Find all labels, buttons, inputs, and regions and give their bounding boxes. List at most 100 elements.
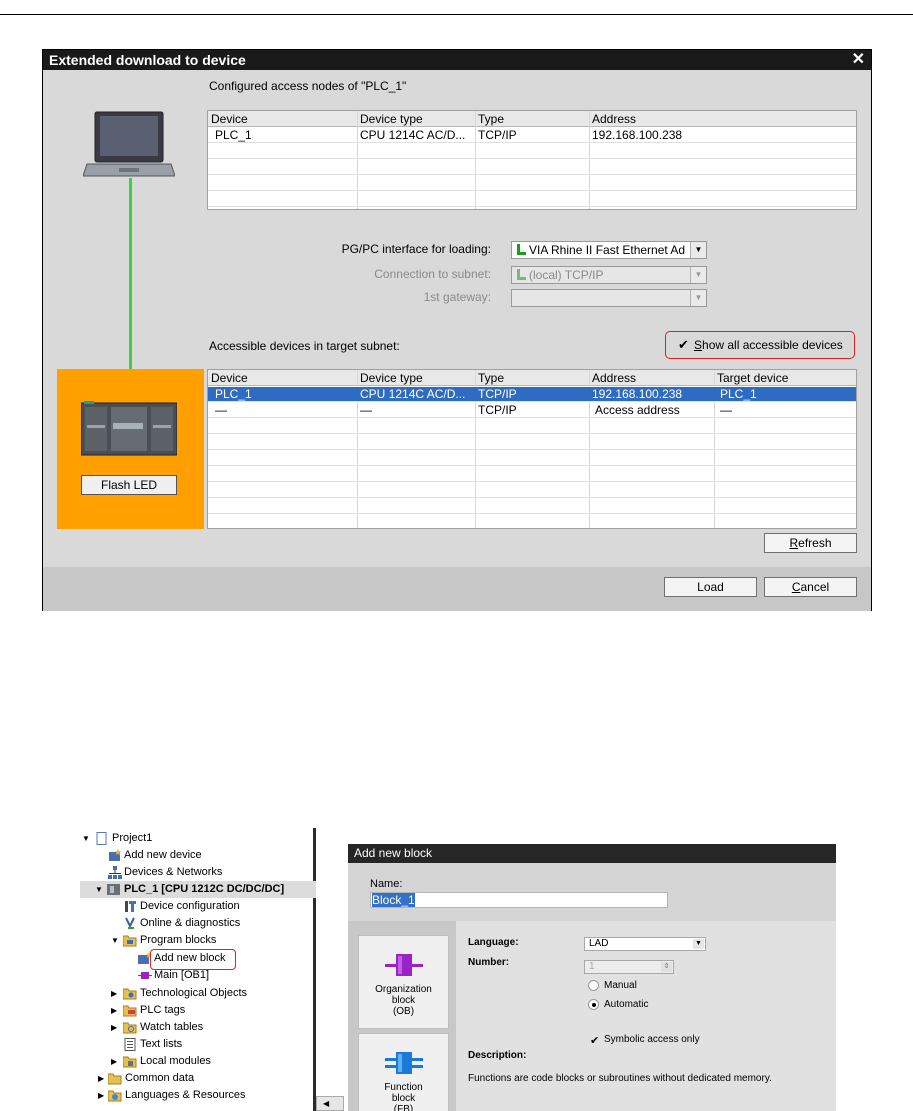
cell-device: — <box>215 403 227 417</box>
diagnostics-icon <box>125 917 135 929</box>
show-all-devices-checkbox[interactable]: Show all accessible devices <box>694 338 843 352</box>
number-label: Number: <box>468 957 510 968</box>
pc-icon <box>83 111 175 177</box>
checkbox-checked-icon[interactable]: ✔ <box>590 1034 599 1047</box>
collapsed-triangle-icon[interactable]: ▶ <box>111 1019 119 1036</box>
ob-icon <box>138 972 152 979</box>
load-button[interactable]: Load <box>664 577 757 597</box>
table-row <box>208 176 856 191</box>
accessible-devices-label: Accessible devices in target subnet: <box>209 339 400 353</box>
chevron-down-icon[interactable]: ▼ <box>690 267 706 283</box>
column-header-device[interactable]: Device <box>211 112 248 126</box>
automatic-radio[interactable] <box>588 999 599 1010</box>
column-header-device-type[interactable]: Device type <box>360 112 423 126</box>
number-value: 1 <box>589 961 595 972</box>
table-row <box>208 419 856 434</box>
show-all-highlight: ✔ Show all accessible devices <box>665 331 855 359</box>
column-header-device[interactable]: Device <box>211 371 248 385</box>
modules-icon <box>123 1056 137 1068</box>
language-select[interactable]: LAD ▼ <box>584 937 706 951</box>
languages-icon <box>108 1090 122 1102</box>
close-icon[interactable]: ✕ <box>852 50 865 70</box>
table-header <box>208 111 856 127</box>
cell-device-type: CPU 1214C AC/D... <box>360 128 466 142</box>
plc-icon <box>107 884 120 895</box>
chevron-down-icon[interactable]: ▼ <box>690 290 706 306</box>
table-row <box>208 483 856 498</box>
chevron-down-icon[interactable]: ▼ <box>690 242 706 258</box>
collapsed-triangle-icon[interactable]: ▶ <box>111 1002 119 1019</box>
organization-block-icon <box>385 954 423 976</box>
column-header-type[interactable]: Type <box>478 112 504 126</box>
name-value: Block_1 <box>372 893 415 907</box>
device-config-icon <box>125 901 136 912</box>
table-row <box>208 451 856 466</box>
cell-target-device: — <box>720 403 732 417</box>
plc-device-icon <box>81 401 177 456</box>
cell-address: Access address <box>595 403 680 417</box>
table-row <box>208 435 856 450</box>
column-header-type[interactable]: Type <box>478 371 504 385</box>
table-row <box>208 467 856 482</box>
function-block-button[interactable]: Function block (FB) <box>358 1033 449 1111</box>
gateway-label: 1st gateway: <box>423 290 491 304</box>
stepper-icon[interactable]: ⇕ <box>661 962 672 972</box>
scroll-left-arrow[interactable]: ◀ <box>316 1096 344 1111</box>
checkbox-checked-icon[interactable]: ✔ <box>678 338 690 351</box>
folder-icon <box>123 988 137 1000</box>
function-block-icon <box>385 1052 423 1074</box>
collapsed-triangle-icon[interactable]: ▶ <box>111 985 119 1002</box>
tags-icon <box>123 1005 137 1017</box>
cell-device-type: — <box>360 403 372 417</box>
cell-target-device: PLC_1 <box>720 387 757 401</box>
connection-line <box>129 178 132 370</box>
column-header-device-type[interactable]: Device type <box>360 371 423 385</box>
watch-table-icon <box>123 1022 137 1034</box>
automatic-label: Automatic <box>604 999 649 1010</box>
table-row-selected[interactable]: PLC_1 CPU 1214C AC/D... TCP/IP 192.168.1… <box>208 387 856 402</box>
table-row[interactable]: — — TCP/IP Access address — <box>208 403 856 418</box>
network-icon <box>516 269 526 280</box>
chevron-down-icon[interactable]: ▼ <box>693 939 704 949</box>
manual-radio[interactable] <box>588 980 599 991</box>
organization-block-label: Organization block (OB) <box>375 984 432 1017</box>
table-row <box>208 192 856 207</box>
subnet-select[interactable]: (local) TCP/IP ▼ <box>511 266 707 284</box>
extended-download-dialog: Extended download to device ✕ Flash LED … <box>42 49 872 611</box>
organization-block-button[interactable]: Organization block (OB) <box>358 935 449 1029</box>
cell-type: TCP/IP <box>478 387 517 401</box>
configured-nodes-table: Device Device type Type Address PLC_1 CP… <box>207 110 857 210</box>
column-header-target-device[interactable]: Target device <box>717 371 788 385</box>
name-input[interactable]: Block_1 <box>370 892 668 908</box>
add-block-title: Add new block <box>348 844 836 863</box>
language-label: Language: <box>468 937 519 948</box>
add-new-block-dialog: Add new block Name: Block_1 Organization… <box>348 844 836 1111</box>
collapsed-triangle-icon[interactable]: ▶ <box>98 1087 106 1104</box>
table-row <box>208 144 856 159</box>
cancel-button[interactable]: Cancel <box>764 577 857 597</box>
number-stepper[interactable]: 1 ⇕ <box>584 960 674 974</box>
add-device-icon <box>109 849 121 861</box>
expanded-triangle-icon[interactable]: ▼ <box>111 932 119 949</box>
table-row <box>208 499 856 514</box>
expanded-triangle-icon[interactable]: ▼ <box>82 830 90 847</box>
configured-nodes-label: Configured access nodes of "PLC_1" <box>209 79 407 93</box>
table-row[interactable]: PLC_1 CPU 1214C AC/D... TCP/IP 192.168.1… <box>208 128 856 143</box>
folder-icon <box>108 1073 122 1085</box>
symbolic-access-checkbox[interactable]: Symbolic access only <box>604 1034 700 1045</box>
cell-device: PLC_1 <box>215 387 252 401</box>
network-icon <box>516 244 526 255</box>
gateway-select[interactable]: ▼ <box>511 289 707 307</box>
dialog-footer: Load Cancel <box>43 567 871 611</box>
pgpc-interface-select[interactable]: VIA Rhine II Fast Ethernet Ad ▼ <box>511 241 707 259</box>
subnet-label: Connection to subnet: <box>374 267 491 281</box>
column-header-address[interactable]: Address <box>592 371 636 385</box>
column-header-address[interactable]: Address <box>592 112 636 126</box>
flash-led-button[interactable]: Flash LED <box>81 475 177 495</box>
collapsed-triangle-icon[interactable]: ▶ <box>98 1070 106 1087</box>
accessible-devices-table: Device Device type Type Address Target d… <box>207 369 857 529</box>
description-label: Description: <box>468 1050 527 1061</box>
collapsed-triangle-icon[interactable]: ▶ <box>111 1053 119 1070</box>
refresh-button[interactable]: Refresh <box>764 533 857 553</box>
expanded-triangle-icon[interactable]: ▼ <box>95 881 103 898</box>
